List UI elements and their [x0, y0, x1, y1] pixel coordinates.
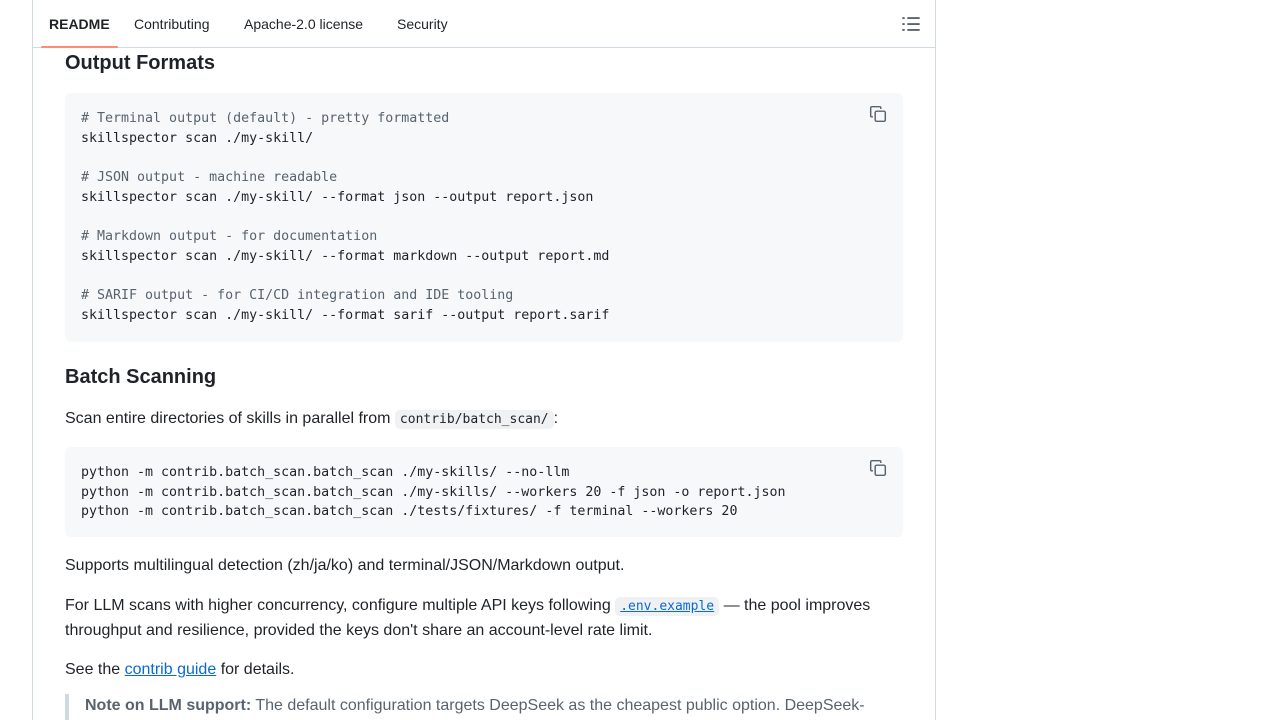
code-batch-scan: python -m contrib.batch_scan.batch_scan …	[65, 447, 903, 538]
llm-text-prefix: For LLM scans with higher concurrency, c…	[65, 597, 611, 614]
copy-icon[interactable]	[869, 105, 889, 125]
code-block-batch-scan: python -m contrib.batch_scan.batch_scan …	[65, 447, 903, 537]
code-line: skillspector scan ./my-skill/	[81, 130, 314, 146]
code-line: # SARIF output - for CI/CD integration a…	[81, 288, 514, 304]
code-line: python -m contrib.batch_scan.batch_scan …	[81, 504, 738, 520]
code-line: # Markdown output - for documentation	[81, 229, 378, 245]
batch-intro-colon: :	[553, 410, 559, 427]
env-example-link[interactable]: .env.example	[615, 597, 720, 616]
contrib-guide-link[interactable]: contrib guide	[125, 661, 217, 678]
supports-text: Supports multilingual detection (zh/ja/k…	[65, 557, 625, 574]
see-text-suffix: for details.	[220, 661, 295, 678]
code-line: python -m contrib.batch_scan.batch_scan …	[81, 484, 786, 500]
list-unordered-icon[interactable]	[901, 14, 921, 34]
note-text: The default configuration targets DeepSe…	[255, 697, 865, 714]
tab-contributing[interactable]: Contributing	[134, 0, 210, 47]
readme-tabbar: README Contributing Apache-2.0 license S…	[33, 0, 935, 48]
readme-panel: README Contributing Apache-2.0 license S…	[32, 0, 936, 720]
code-line: skillspector scan ./my-skill/ --format s…	[81, 307, 610, 323]
tab-license[interactable]: Apache-2.0 license	[244, 0, 363, 47]
batch-intro: Scan entire directories of skills in par…	[65, 407, 903, 432]
code-line: skillspector scan ./my-skill/ --format j…	[81, 189, 594, 205]
see-text-prefix: See the	[65, 661, 121, 678]
see-guide-text: See the contrib guide for details.	[65, 658, 903, 682]
tab-readme[interactable]: README	[41, 0, 118, 48]
code-line: # Terminal output (default) - pretty for…	[81, 111, 450, 126]
llm-concurrency-text: For LLM scans with higher concurrency, c…	[65, 594, 903, 643]
heading-output-formats: Output Formats	[65, 52, 215, 74]
tab-security[interactable]: Security	[397, 0, 448, 47]
code-block-output-formats: # Terminal output (default) - pretty for…	[65, 93, 903, 342]
note-label: Note on LLM support:	[85, 697, 252, 714]
copy-icon[interactable]	[869, 459, 889, 479]
code-line: skillspector scan ./my-skill/ --format m…	[81, 248, 610, 264]
note-blockquote: Note on LLM support: The default configu…	[65, 694, 903, 720]
code-line: # JSON output - machine readable	[81, 170, 338, 186]
code-output-formats: # Terminal output (default) - pretty for…	[65, 93, 903, 342]
batch-intro-path: contrib/batch_scan/	[394, 410, 554, 429]
heading-batch-scanning: Batch Scanning	[65, 366, 217, 388]
code-line: python -m contrib.batch_scan.batch_scan …	[81, 465, 570, 480]
batch-intro-text: Scan entire directories of skills in par…	[65, 410, 391, 427]
